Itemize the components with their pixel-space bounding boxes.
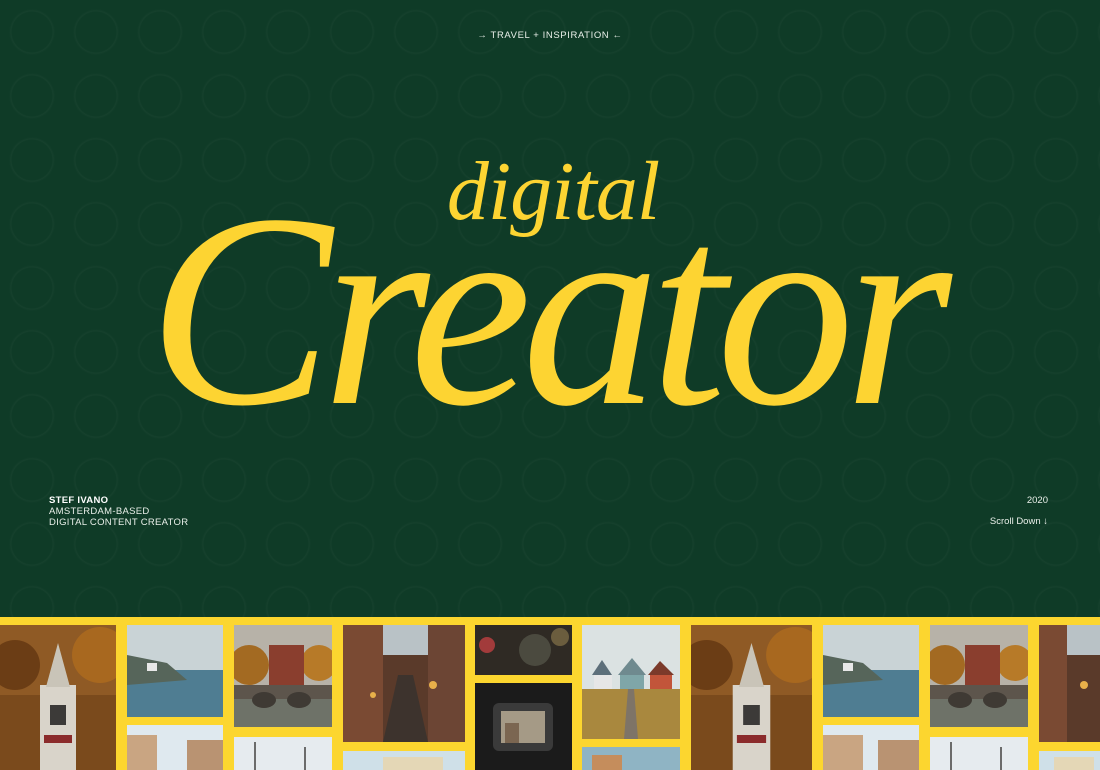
rainy-street-photo-repeat[interactable]	[1039, 625, 1100, 742]
author-location: AMSTERDAM-BASED	[49, 506, 150, 517]
city-street-photo[interactable]	[127, 725, 223, 770]
scroll-down-link[interactable]: Scroll Down ↓	[990, 516, 1048, 527]
camera-viewfinder-photo[interactable]	[475, 683, 572, 770]
bridge-castle-photo-repeat[interactable]	[930, 625, 1028, 727]
author-role: DIGITAL CONTENT CREATOR	[49, 517, 189, 528]
building-photo[interactable]	[823, 725, 919, 770]
palace-photo[interactable]	[343, 751, 465, 770]
year-label: 2020	[1026, 495, 1048, 506]
hero-title-creator: Creator	[148, 157, 952, 463]
photo-gallery	[0, 617, 1100, 770]
bridge-castle-photo[interactable]	[234, 625, 332, 727]
meta-info: 2020 Scroll Down ↓	[990, 495, 1048, 527]
hero-section: → TRAVEL + INSPIRATION ← digital Creator…	[0, 0, 1100, 617]
palace-photo-repeat[interactable]	[1039, 751, 1100, 770]
sea-cliff-photo[interactable]	[127, 625, 223, 717]
winter-trees-photo[interactable]	[234, 737, 332, 770]
harbor-photo[interactable]	[582, 747, 680, 770]
houses-pier-photo[interactable]	[582, 625, 680, 739]
tagline: → TRAVEL + INSPIRATION ←	[477, 30, 623, 41]
author-info: STEF IVANO AMSTERDAM-BASED DIGITAL CONTE…	[49, 495, 188, 528]
sea-cliff-photo-repeat[interactable]	[823, 625, 919, 717]
church-photo-repeat[interactable]	[691, 625, 812, 770]
lens-photo[interactable]	[475, 625, 572, 675]
winter-trees-photo-repeat[interactable]	[930, 737, 1028, 770]
rainy-street-photo[interactable]	[343, 625, 465, 742]
author-name: STEF IVANO	[49, 495, 109, 506]
church-photo[interactable]	[0, 625, 116, 770]
